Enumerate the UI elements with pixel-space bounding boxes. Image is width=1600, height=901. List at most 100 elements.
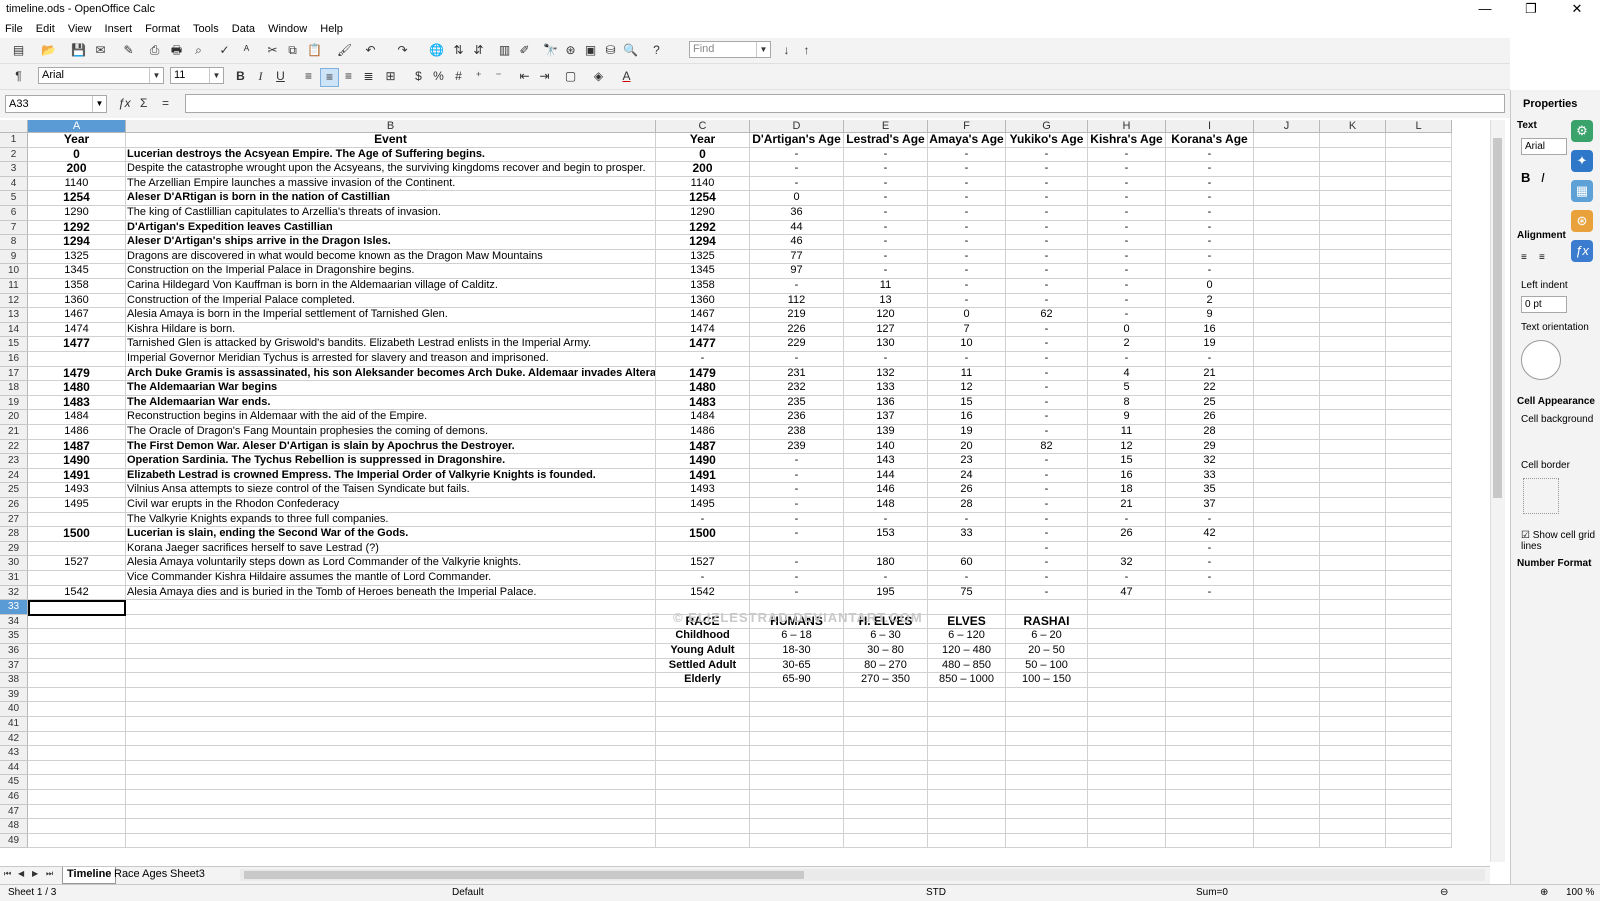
data-cell[interactable]: - bbox=[1006, 264, 1088, 279]
data-cell[interactable]: 144 bbox=[844, 469, 928, 484]
data-cell[interactable] bbox=[28, 352, 126, 367]
data-cell[interactable]: 1491 bbox=[28, 469, 126, 484]
grid-cell[interactable] bbox=[1254, 176, 1320, 192]
grid-cell[interactable] bbox=[1320, 833, 1386, 849]
grid-cell[interactable] bbox=[1386, 600, 1452, 615]
grid-cell[interactable] bbox=[656, 804, 750, 820]
grid-cell[interactable] bbox=[1386, 337, 1452, 352]
grid-cell[interactable] bbox=[1386, 235, 1452, 250]
grid-cell[interactable] bbox=[1254, 571, 1320, 586]
data-cell[interactable]: 200 bbox=[656, 162, 750, 177]
select-all-corner[interactable] bbox=[0, 120, 28, 133]
data-cell[interactable]: 219 bbox=[750, 308, 844, 323]
data-cell[interactable]: - bbox=[1006, 469, 1088, 484]
data-cell[interactable]: 0 bbox=[656, 148, 750, 163]
grid-cell[interactable] bbox=[28, 804, 126, 820]
cut-icon[interactable]: ✂ bbox=[264, 42, 281, 59]
sort-descending-icon[interactable]: ⇵ bbox=[470, 42, 487, 59]
grid-cell[interactable] bbox=[656, 790, 750, 805]
tab-timeline[interactable]: Timeline bbox=[62, 867, 117, 884]
data-cell[interactable]: - bbox=[844, 221, 928, 236]
data-cell[interactable]: - bbox=[1006, 381, 1088, 396]
race-age-cell[interactable]: 6 – 20 bbox=[1006, 629, 1088, 644]
grid-cell[interactable] bbox=[1386, 775, 1452, 790]
grid-cell[interactable] bbox=[1254, 556, 1320, 571]
data-cell[interactable]: - bbox=[1088, 279, 1166, 294]
chevron-down-icon[interactable]: ▼ bbox=[209, 68, 223, 83]
data-cell[interactable]: 11 bbox=[844, 279, 928, 294]
data-cell[interactable]: - bbox=[750, 527, 844, 542]
data-cell[interactable]: - bbox=[1006, 352, 1088, 367]
grid-cell[interactable] bbox=[1386, 673, 1452, 688]
sidebar-bold-icon[interactable]: B bbox=[1521, 170, 1530, 185]
event-cell[interactable]: Civil war erupts in the Rhodon Confedera… bbox=[126, 498, 656, 513]
race-age-cell[interactable]: 20 – 50 bbox=[1006, 644, 1088, 659]
data-cell[interactable]: 1345 bbox=[28, 264, 126, 279]
row-header[interactable]: 11 bbox=[0, 279, 28, 294]
event-cell[interactable]: Alesia Amaya voluntarily steps down as L… bbox=[126, 556, 656, 571]
data-cell[interactable]: 1474 bbox=[28, 323, 126, 338]
grid-cell[interactable] bbox=[1320, 425, 1386, 440]
data-cell[interactable]: 1542 bbox=[28, 586, 126, 601]
header-cell[interactable]: Year bbox=[28, 133, 126, 148]
data-cell[interactable]: 0 bbox=[1088, 323, 1166, 338]
grid-cell[interactable] bbox=[1166, 717, 1254, 732]
data-cell[interactable] bbox=[28, 513, 126, 528]
data-cell[interactable]: 1479 bbox=[28, 367, 126, 382]
data-cell[interactable]: - bbox=[844, 177, 928, 192]
grid-cell[interactable] bbox=[28, 658, 126, 674]
data-cell[interactable]: 1360 bbox=[28, 294, 126, 309]
currency-icon[interactable]: $ bbox=[410, 68, 427, 85]
grid-cell[interactable] bbox=[1254, 439, 1320, 455]
grid-cell[interactable] bbox=[1006, 790, 1088, 805]
data-cell[interactable]: - bbox=[844, 264, 928, 279]
row-header[interactable]: 14 bbox=[0, 322, 28, 338]
row-header[interactable]: 32 bbox=[0, 585, 28, 601]
data-cell[interactable]: 1254 bbox=[28, 191, 126, 206]
race-age-cell[interactable]: 6 – 120 bbox=[928, 629, 1006, 644]
grid-cell[interactable] bbox=[1006, 804, 1088, 820]
grid-cell[interactable] bbox=[1386, 833, 1452, 849]
data-cell[interactable]: 16 bbox=[928, 410, 1006, 425]
grid-cell[interactable] bbox=[928, 717, 1006, 732]
grid-cell[interactable] bbox=[1320, 658, 1386, 674]
grid-cell[interactable] bbox=[1006, 717, 1088, 732]
data-cell[interactable]: 0 bbox=[1166, 279, 1254, 294]
row-header[interactable]: 4 bbox=[0, 176, 28, 192]
data-cell[interactable]: - bbox=[750, 177, 844, 192]
restore-button[interactable]: ❐ bbox=[1508, 0, 1554, 20]
data-cell[interactable]: - bbox=[1006, 279, 1088, 294]
data-cell[interactable]: - bbox=[750, 454, 844, 469]
sidebar-number-format-section[interactable]: Number Format bbox=[1517, 558, 1591, 569]
header-cell[interactable]: Yukiko's Age bbox=[1006, 133, 1088, 148]
data-cell[interactable]: 1495 bbox=[28, 498, 126, 513]
data-cell[interactable]: - bbox=[750, 469, 844, 484]
grid-cell[interactable] bbox=[1320, 249, 1386, 265]
data-cell[interactable]: 1325 bbox=[656, 250, 750, 265]
grid-cell[interactable] bbox=[844, 804, 928, 820]
zoom-in-icon[interactable]: ⊕ bbox=[1540, 887, 1548, 898]
grid-cell[interactable] bbox=[1320, 702, 1386, 717]
race-age-cell[interactable]: 270 – 350 bbox=[844, 673, 928, 688]
menu-file[interactable]: File bbox=[0, 20, 28, 38]
grid-cell[interactable] bbox=[750, 760, 844, 776]
data-cell[interactable]: 10 bbox=[928, 337, 1006, 352]
grid-cell[interactable] bbox=[844, 746, 928, 761]
data-cell[interactable]: 47 bbox=[1088, 586, 1166, 601]
data-cell[interactable]: - bbox=[844, 571, 928, 586]
data-cell[interactable]: 239 bbox=[750, 440, 844, 455]
row-header[interactable]: 21 bbox=[0, 425, 28, 440]
race-age-cell[interactable]: 50 – 100 bbox=[1006, 659, 1088, 674]
active-cell[interactable] bbox=[28, 600, 126, 616]
column-header-i[interactable]: I bbox=[1166, 120, 1254, 133]
email-icon[interactable]: ✉ bbox=[92, 42, 109, 59]
grid-cell[interactable] bbox=[1386, 644, 1452, 659]
event-cell[interactable]: Alesia Amaya dies and is buried in the T… bbox=[126, 586, 656, 601]
grid-cell[interactable] bbox=[1386, 381, 1452, 396]
data-cell[interactable]: 1358 bbox=[656, 279, 750, 294]
data-cell[interactable]: - bbox=[844, 206, 928, 221]
grid-cell[interactable] bbox=[844, 731, 928, 747]
grid-cell[interactable] bbox=[750, 804, 844, 820]
row-header[interactable]: 8 bbox=[0, 235, 28, 250]
grid-cell[interactable] bbox=[1386, 585, 1452, 601]
